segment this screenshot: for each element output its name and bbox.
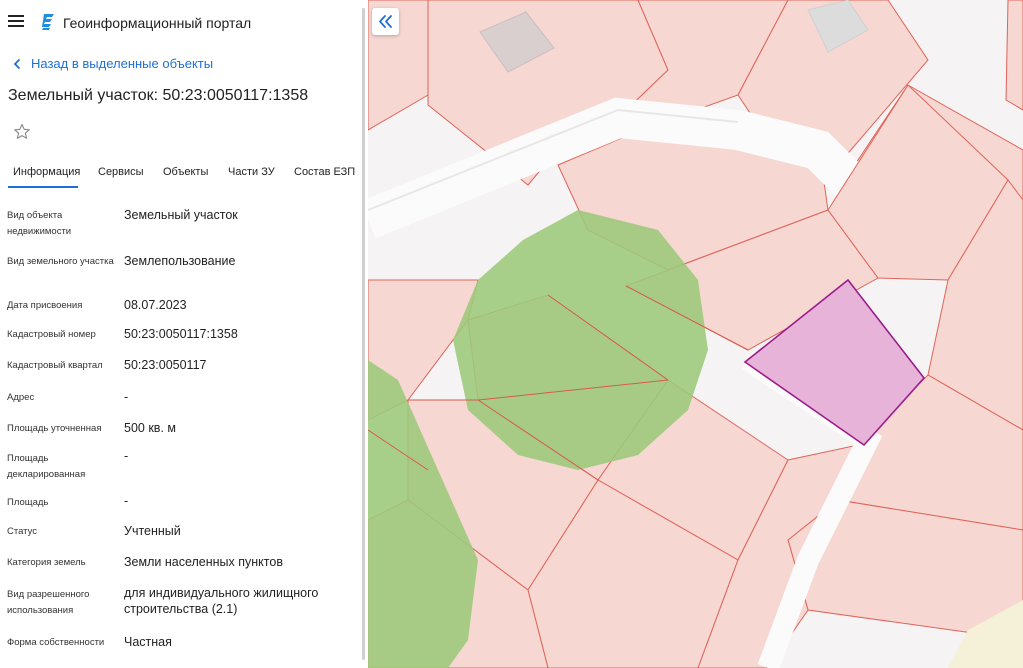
attr-label: Статус xyxy=(7,526,38,537)
hamburger-icon[interactable] xyxy=(8,15,26,29)
collapse-panel-button[interactable] xyxy=(372,8,399,35)
star-outline-icon[interactable] xyxy=(12,122,32,142)
top-bar: Геоинформационный портал xyxy=(0,0,362,46)
attr-label: Вид объекта недвижимости xyxy=(7,210,72,237)
tabs: Информация Сервисы Объекты Части ЗУ Сост… xyxy=(0,158,362,188)
attr-label: Форма собственности xyxy=(7,637,105,648)
attr-label: Площадь уточненная xyxy=(7,423,102,434)
chevron-left-icon xyxy=(13,58,20,69)
attr-label: Кадастровый квартал xyxy=(7,360,103,371)
tab-ezp-composition[interactable]: Состав ЕЗП xyxy=(294,166,355,178)
attr-value: - xyxy=(124,449,129,463)
attr-value: Земельный участок xyxy=(124,208,238,222)
attr-label: Адрес xyxy=(7,392,35,403)
tab-objects[interactable]: Объекты xyxy=(163,166,208,178)
attr-value: - xyxy=(124,390,129,404)
attr-value: 500 кв. м xyxy=(124,421,176,435)
active-tab-indicator xyxy=(8,186,78,188)
attr-value: для индивидуального жилищного строительс… xyxy=(124,586,319,616)
sidebar-scrollbar[interactable] xyxy=(362,8,365,660)
attr-value: Частная xyxy=(124,635,172,649)
back-link-label: Назад в выделенные объекты xyxy=(31,56,214,71)
back-to-selected-link[interactable]: Назад в выделенные объекты xyxy=(10,56,213,71)
attr-value: 50:23:0050117:1358 xyxy=(124,327,238,341)
attr-value: Землепользование xyxy=(124,254,236,268)
app-title: Геоинформационный портал xyxy=(63,15,252,31)
page-title: Земельный участок: 50:23:0050117:1358 xyxy=(8,87,309,104)
tab-information[interactable]: Информация xyxy=(13,166,80,178)
portal-logo-icon xyxy=(42,14,54,30)
attr-value: 50:23:0050117 xyxy=(124,358,207,372)
attr-label: Дата присвоения xyxy=(7,300,83,311)
attr-value: 08.07.2023 xyxy=(124,298,187,312)
attr-label: Площадь декларированная xyxy=(7,453,86,480)
attr-label: Вид земельного участка xyxy=(7,256,114,267)
double-chevron-left-icon xyxy=(379,15,392,28)
info-sidebar: Геоинформационный портал Назад в выделен… xyxy=(0,0,365,668)
attr-label: Вид разрешенного использования xyxy=(7,589,90,616)
map-canvas xyxy=(368,0,1023,668)
cadastral-map[interactable] xyxy=(368,0,1023,668)
attr-label: Кадастровый номер xyxy=(7,329,96,340)
parcel[interactable] xyxy=(1005,0,1023,111)
attr-label: Площадь xyxy=(7,497,49,508)
attr-label: Категория земель xyxy=(7,557,86,568)
attr-value: Земли населенных пунктов xyxy=(124,555,283,569)
attr-value: - xyxy=(124,494,129,508)
tab-parcel-parts[interactable]: Части ЗУ xyxy=(228,166,275,178)
attr-value: Учтенный xyxy=(124,524,181,538)
tab-services[interactable]: Сервисы xyxy=(98,166,144,178)
